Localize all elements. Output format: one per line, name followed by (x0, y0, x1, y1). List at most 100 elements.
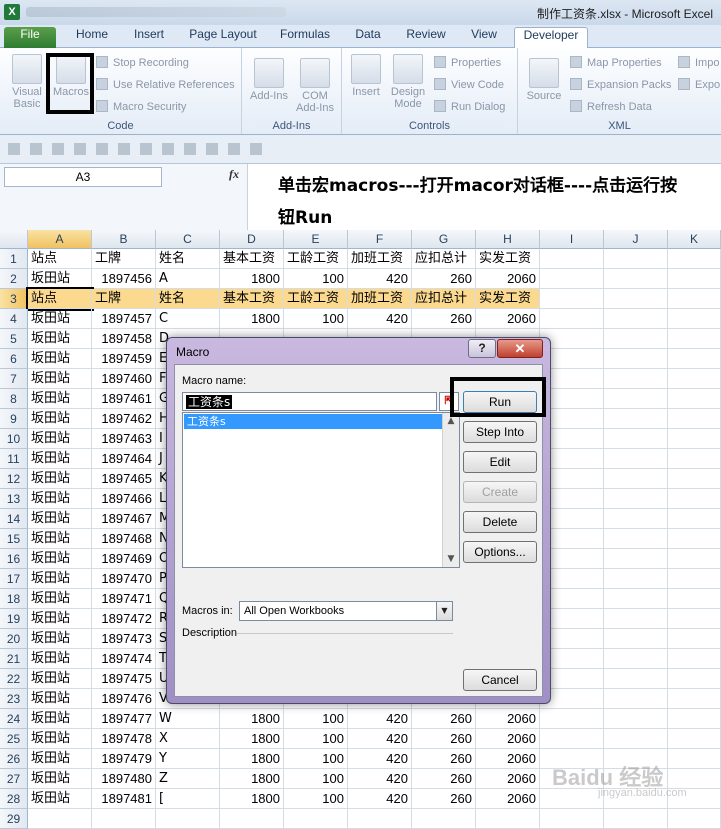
properties-button[interactable]: Properties (434, 56, 501, 69)
table-cell[interactable] (604, 329, 668, 349)
tab-home[interactable]: Home (68, 27, 116, 48)
table-cell[interactable]: 1897457 (92, 309, 156, 329)
table-cell[interactable]: 坂田站 (28, 389, 92, 409)
table-cell[interactable]: 1897464 (92, 449, 156, 469)
tab-insert[interactable]: Insert (126, 27, 172, 48)
table-cell[interactable]: 坂田站 (28, 609, 92, 629)
table-cell[interactable] (668, 649, 721, 669)
table-cell[interactable]: 100 (284, 789, 348, 809)
table-cell[interactable]: 260 (412, 789, 476, 809)
table-cell[interactable] (668, 769, 721, 789)
table-cell[interactable]: 坂田站 (28, 549, 92, 569)
table-cell[interactable] (604, 729, 668, 749)
table-cell[interactable] (348, 809, 412, 829)
table-cell[interactable]: 坂田站 (28, 329, 92, 349)
refresh-data-button[interactable]: Refresh Data (570, 100, 652, 113)
column-header[interactable]: B (92, 230, 156, 249)
table-cell[interactable]: 站点 (28, 249, 92, 269)
table-cell[interactable]: 1897473 (92, 629, 156, 649)
column-header[interactable]: J (604, 230, 668, 249)
table-cell[interactable]: 实发工资 (476, 249, 540, 269)
table-cell[interactable] (604, 609, 668, 629)
table-cell[interactable]: 坂田站 (28, 349, 92, 369)
table-cell[interactable] (668, 669, 721, 689)
table-cell[interactable]: 1897458 (92, 329, 156, 349)
table-cell[interactable]: 坂田站 (28, 749, 92, 769)
table-cell[interactable]: 工牌 (92, 289, 156, 309)
table-cell[interactable]: 坂田站 (28, 449, 92, 469)
table-cell[interactable]: 坂田站 (28, 709, 92, 729)
row-header[interactable]: 4 (0, 309, 28, 329)
table-cell[interactable]: X (156, 729, 220, 749)
column-header[interactable]: H (476, 230, 540, 249)
table-cell[interactable] (668, 729, 721, 749)
tab-file[interactable]: File (4, 27, 56, 48)
table-cell[interactable]: 加班工资 (348, 289, 412, 309)
help-button[interactable]: ? (468, 339, 496, 358)
com-addins-button[interactable]: COM Add-Ins (292, 58, 338, 114)
table-cell[interactable]: 坂田站 (28, 409, 92, 429)
expansion-packs-button[interactable]: Expansion Packs (570, 78, 671, 91)
table-cell[interactable]: 坂田站 (28, 569, 92, 589)
table-cell[interactable]: 1897468 (92, 529, 156, 549)
row-header[interactable]: 8 (0, 389, 28, 409)
table-cell[interactable]: 1897477 (92, 709, 156, 729)
tab-formulas[interactable]: Formulas (274, 27, 336, 48)
table-cell[interactable]: 1897472 (92, 609, 156, 629)
table-cell[interactable]: 100 (284, 709, 348, 729)
table-cell[interactable] (540, 729, 604, 749)
table-cell[interactable] (668, 429, 721, 449)
row-header[interactable]: 5 (0, 329, 28, 349)
step-into-button[interactable]: Step Into (463, 421, 537, 443)
view-code-button[interactable]: View Code (434, 78, 504, 91)
tab-review[interactable]: Review (400, 27, 452, 48)
column-header[interactable]: G (412, 230, 476, 249)
table-cell[interactable]: 1800 (220, 709, 284, 729)
table-cell[interactable]: 1897480 (92, 769, 156, 789)
row-header[interactable]: 18 (0, 589, 28, 609)
create-button[interactable]: Create (463, 481, 537, 503)
table-cell[interactable]: 坂田站 (28, 789, 92, 809)
tab-developer[interactable]: Developer (514, 27, 588, 48)
row-header[interactable]: 25 (0, 729, 28, 749)
table-cell[interactable] (668, 529, 721, 549)
table-cell[interactable]: [ (156, 789, 220, 809)
table-cell[interactable]: 2060 (476, 749, 540, 769)
table-cell[interactable] (540, 709, 604, 729)
column-header[interactable]: I (540, 230, 604, 249)
table-cell[interactable]: 100 (284, 769, 348, 789)
table-cell[interactable] (604, 369, 668, 389)
table-cell[interactable]: 坂田站 (28, 509, 92, 529)
column-header[interactable]: A (28, 230, 92, 249)
table-cell[interactable] (604, 449, 668, 469)
table-cell[interactable] (604, 489, 668, 509)
table-cell[interactable] (668, 389, 721, 409)
table-cell[interactable] (604, 349, 668, 369)
map-properties-button[interactable]: Map Properties (570, 56, 662, 69)
row-header[interactable]: 29 (0, 809, 28, 829)
table-cell[interactable]: 1897471 (92, 589, 156, 609)
table-cell[interactable]: 260 (412, 709, 476, 729)
table-cell[interactable]: 姓名 (156, 249, 220, 269)
table-cell[interactable] (604, 309, 668, 329)
table-cell[interactable]: 坂田站 (28, 729, 92, 749)
table-cell[interactable]: 姓名 (156, 289, 220, 309)
table-cell[interactable]: 1897459 (92, 349, 156, 369)
toolbar-icons[interactable] (8, 143, 263, 155)
fx-icon[interactable]: fx (229, 167, 239, 182)
table-cell[interactable]: 坂田站 (28, 629, 92, 649)
column-header[interactable]: D (220, 230, 284, 249)
row-header[interactable]: 26 (0, 749, 28, 769)
table-cell[interactable] (604, 409, 668, 429)
table-cell[interactable] (668, 689, 721, 709)
table-cell[interactable] (156, 809, 220, 829)
row-header[interactable]: 14 (0, 509, 28, 529)
table-cell[interactable] (604, 629, 668, 649)
table-cell[interactable]: 1897481 (92, 789, 156, 809)
table-cell[interactable]: 2060 (476, 789, 540, 809)
table-cell[interactable]: 应扣总计 (412, 289, 476, 309)
table-cell[interactable] (668, 749, 721, 769)
table-cell[interactable]: 1897469 (92, 549, 156, 569)
table-cell[interactable]: 420 (348, 749, 412, 769)
table-cell[interactable]: 2060 (476, 729, 540, 749)
